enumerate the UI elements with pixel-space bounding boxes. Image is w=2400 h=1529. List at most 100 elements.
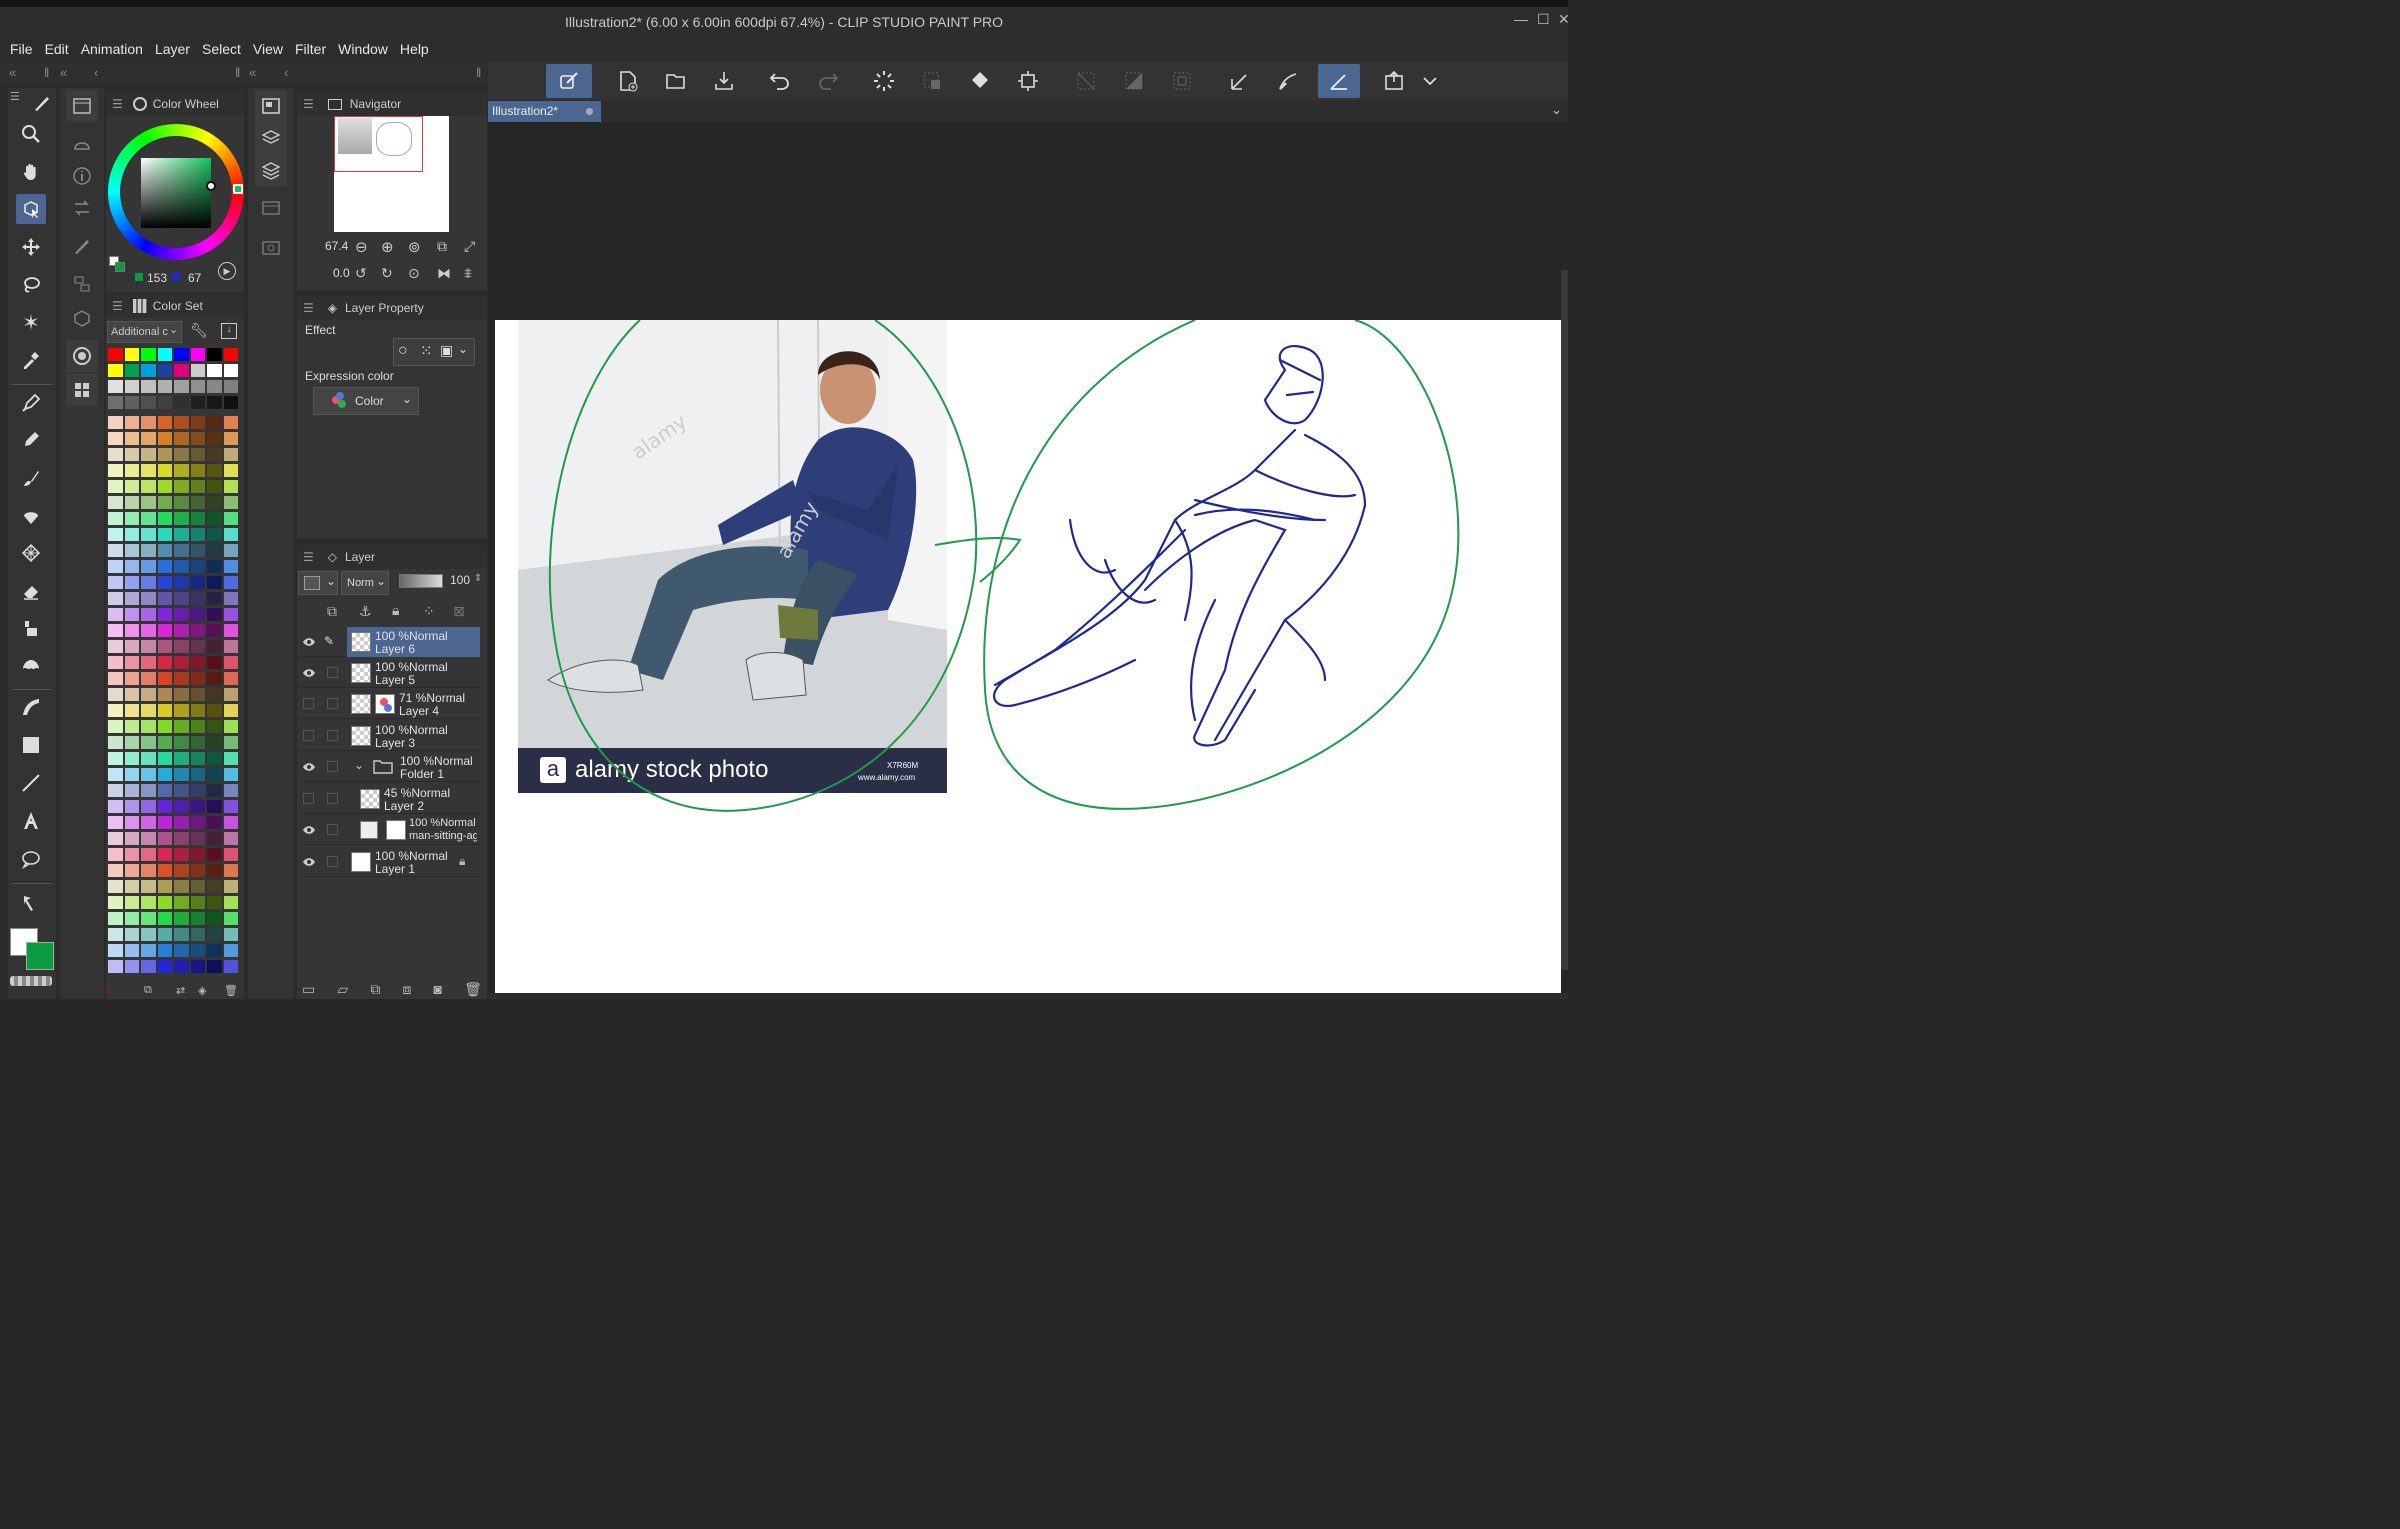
import-icon[interactable]: ↓ bbox=[221, 323, 237, 339]
color-swatch[interactable] bbox=[157, 512, 173, 525]
color-swatch[interactable] bbox=[108, 512, 123, 525]
color-swatch[interactable] bbox=[108, 864, 123, 877]
color-swatch[interactable] bbox=[141, 528, 156, 541]
color-swatch[interactable] bbox=[207, 396, 222, 409]
layer-row-folder1[interactable]: ⌄ 100 %Normal Folder 1 bbox=[297, 752, 480, 782]
color-swatch[interactable] bbox=[207, 928, 222, 941]
color-swatch[interactable] bbox=[157, 624, 173, 637]
color-swatch[interactable] bbox=[190, 608, 206, 621]
color-swatch[interactable] bbox=[124, 432, 140, 445]
color-swatch[interactable] bbox=[223, 704, 239, 717]
color-swatch[interactable] bbox=[174, 396, 189, 409]
maximize-icon[interactable]: ☐ bbox=[1537, 11, 1550, 28]
collapse-left-icon[interactable]: « bbox=[9, 65, 16, 80]
tool-property-icon[interactable] bbox=[66, 230, 98, 262]
color-swatch[interactable] bbox=[108, 364, 123, 377]
color-swatch[interactable] bbox=[190, 912, 206, 925]
menu-layer[interactable]: Layer bbox=[155, 41, 190, 57]
color-swatch[interactable] bbox=[207, 592, 222, 605]
layer-color-dropdown[interactable]: ⌄ bbox=[298, 571, 338, 595]
menu-animation[interactable]: Animation bbox=[81, 41, 143, 57]
color-swatch[interactable] bbox=[207, 720, 222, 733]
zoom-icon[interactable] bbox=[16, 119, 46, 149]
canvas-tab[interactable]: Illustration2* bbox=[488, 101, 601, 122]
color-swatch[interactable] bbox=[190, 864, 206, 877]
color-swatch[interactable] bbox=[190, 752, 206, 765]
color-swatch[interactable] bbox=[190, 396, 206, 409]
color-swatch[interactable] bbox=[190, 688, 206, 701]
color-swatch[interactable] bbox=[124, 348, 140, 361]
color-swatch[interactable] bbox=[223, 736, 239, 749]
color-swatch[interactable] bbox=[157, 448, 173, 461]
collapse-left-icon[interactable]: « bbox=[60, 65, 67, 80]
operation-icon[interactable] bbox=[16, 194, 46, 224]
balloon-icon[interactable] bbox=[16, 844, 46, 874]
color-swatch[interactable] bbox=[124, 560, 140, 573]
color-swatch[interactable] bbox=[141, 896, 156, 909]
color-swatch[interactable] bbox=[207, 656, 222, 669]
color-swatch[interactable] bbox=[108, 348, 123, 361]
auto-select-icon[interactable] bbox=[16, 307, 46, 337]
color-swatch[interactable] bbox=[223, 848, 239, 861]
color-swatch[interactable] bbox=[207, 348, 222, 361]
color-swatch[interactable] bbox=[157, 944, 173, 957]
color-swatch[interactable] bbox=[108, 816, 123, 829]
color-wheel-tab-icon[interactable] bbox=[66, 340, 98, 372]
color-swatch[interactable] bbox=[157, 672, 173, 685]
gradient-icon[interactable] bbox=[16, 692, 46, 722]
color-swatch[interactable] bbox=[124, 528, 140, 541]
color-swatch[interactable] bbox=[141, 736, 156, 749]
color-swatch[interactable] bbox=[141, 348, 156, 361]
color-swatch[interactable] bbox=[141, 832, 156, 845]
rotate-right-icon[interactable]: ↻ bbox=[381, 265, 393, 282]
color-swatch[interactable] bbox=[174, 752, 189, 765]
color-swatch[interactable] bbox=[141, 768, 156, 781]
color-swatch[interactable] bbox=[207, 432, 222, 445]
visibility-eye-icon[interactable] bbox=[302, 666, 316, 680]
color-swatch[interactable] bbox=[141, 784, 156, 797]
visibility-eye-icon[interactable] bbox=[302, 635, 316, 649]
layer-row-layer6[interactable]: ✎ 100 %Normal Layer 6 bbox=[297, 627, 480, 657]
color-swatch[interactable] bbox=[108, 432, 123, 445]
merge-layer-icon[interactable]: ⧈ bbox=[402, 981, 411, 999]
ruler-snap-icon[interactable] bbox=[1222, 64, 1258, 98]
navigator-zoom-value[interactable]: 67.4 bbox=[325, 239, 348, 253]
color-swatch[interactable] bbox=[190, 380, 206, 393]
color-swatch[interactable] bbox=[108, 800, 123, 813]
color-swatch[interactable] bbox=[207, 896, 222, 909]
color-swatch[interactable] bbox=[190, 512, 206, 525]
color-swatch[interactable] bbox=[124, 800, 140, 813]
color-swatch[interactable] bbox=[108, 416, 123, 429]
brush-icon[interactable] bbox=[16, 463, 46, 493]
color-swatch[interactable] bbox=[174, 848, 189, 861]
opacity-stepper[interactable]: ⇕ bbox=[474, 573, 482, 584]
visibility-eye-icon[interactable] bbox=[302, 823, 316, 837]
color-swatch[interactable] bbox=[157, 592, 173, 605]
color-swatch[interactable] bbox=[223, 928, 239, 941]
color-swatch[interactable] bbox=[223, 784, 239, 797]
color-swatch[interactable] bbox=[157, 496, 173, 509]
color-swatch[interactable] bbox=[141, 912, 156, 925]
color-swatch[interactable] bbox=[223, 864, 239, 877]
menu-filter[interactable]: Filter bbox=[295, 41, 326, 57]
color-swatch[interactable] bbox=[190, 464, 206, 477]
color-swatch[interactable] bbox=[190, 672, 206, 685]
replace-color-icon[interactable]: ⇄ bbox=[176, 984, 185, 997]
flip-vertical-icon[interactable]: ⩨ bbox=[464, 265, 472, 282]
invert-selection-icon[interactable] bbox=[1116, 64, 1152, 98]
color-swatch[interactable] bbox=[141, 560, 156, 573]
color-swatch[interactable] bbox=[207, 736, 222, 749]
reset-rotation-icon[interactable]: ⊙ bbox=[408, 265, 420, 282]
menu-help[interactable]: Help bbox=[400, 41, 429, 57]
color-swatch[interactable] bbox=[157, 640, 173, 653]
color-swatch[interactable] bbox=[124, 880, 140, 893]
color-swatch[interactable] bbox=[141, 624, 156, 637]
color-swatch[interactable] bbox=[207, 704, 222, 717]
panel-menu-icon[interactable]: ☰ bbox=[303, 550, 314, 564]
color-swatch[interactable] bbox=[108, 720, 123, 733]
chevron-down-icon[interactable]: ⌄ bbox=[354, 758, 364, 772]
close-tab-icon[interactable] bbox=[586, 108, 593, 115]
chevron-down-icon[interactable]: ⌄ bbox=[1551, 102, 1562, 118]
color-swatch[interactable] bbox=[108, 624, 123, 637]
layer-row-layer1[interactable]: 100 %Normal Layer 1 🔒︎ bbox=[297, 847, 480, 877]
